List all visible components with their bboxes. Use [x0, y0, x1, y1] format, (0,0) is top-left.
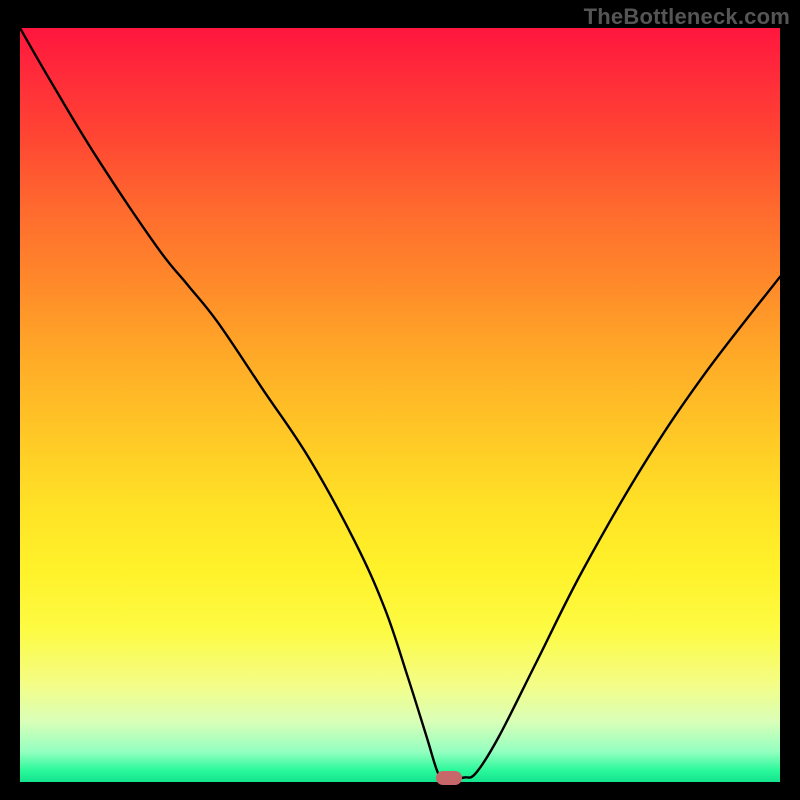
plot-area	[20, 28, 780, 782]
bottleneck-curve	[20, 28, 780, 782]
watermark-text: TheBottleneck.com	[584, 4, 790, 30]
minimum-marker	[436, 771, 462, 785]
chart-frame: TheBottleneck.com	[0, 0, 800, 800]
